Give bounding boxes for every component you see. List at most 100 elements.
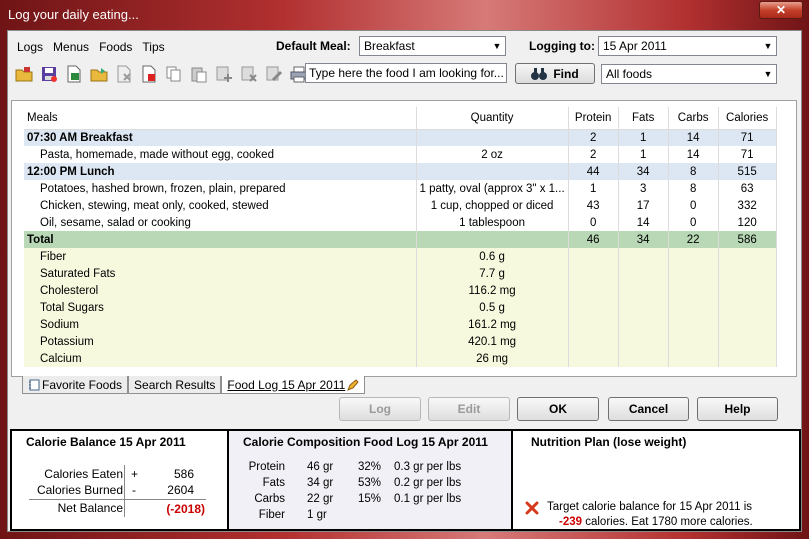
tab-favorite-foods[interactable]: Favorite Foods <box>22 376 129 394</box>
composition-grams: 1 gr <box>307 509 327 521</box>
log-button[interactable]: Log <box>339 397 421 421</box>
summary-panel: Calorie Balance 15 Apr 2011 Calories Eat… <box>10 429 801 531</box>
column-header-meals[interactable]: Meals <box>24 107 417 130</box>
column-header-quantity[interactable]: Quantity <box>416 107 569 130</box>
cell-fats <box>618 265 669 282</box>
composition-row: Fats 34 gr 53% 0.2 gr per lbs <box>229 477 513 493</box>
warning-cross-icon <box>525 501 539 515</box>
chevron-down-icon: ▼ <box>763 69 773 79</box>
cell-quantity: 161.2 mg <box>416 316 569 333</box>
cell-carbs: 8 <box>668 180 719 197</box>
open-folder-icon[interactable] <box>13 63 35 85</box>
column-header-calories[interactable]: Calories <box>718 107 777 130</box>
tab-label: Favorite Foods <box>42 377 123 392</box>
composition-percent: 32% <box>358 461 382 473</box>
clear-icon[interactable] <box>238 63 260 85</box>
nutrient-row[interactable]: Potassium 420.1 mg <box>24 333 777 350</box>
nutrient-row[interactable]: Fiber 0.6 g <box>24 248 777 265</box>
cell-calories: 332 <box>718 197 777 214</box>
cell-quantity <box>416 231 569 248</box>
cell-calories <box>718 282 777 299</box>
tab-search-results[interactable]: Search Results <box>128 376 222 394</box>
nutrient-row[interactable]: Cholesterol 116.2 mg <box>24 282 777 299</box>
tab-label: Food Log 15 Apr 2011 <box>227 377 346 392</box>
menu-logs[interactable]: Logs <box>15 39 45 57</box>
plan-target-value: -239 <box>559 516 583 528</box>
menu-foods[interactable]: Foods <box>97 39 134 57</box>
composition-per-lbs: 0.1 gr per lbs <box>394 493 462 505</box>
edit-button[interactable]: Edit <box>428 397 510 421</box>
table-row[interactable]: Potatoes, hashed brown, frozen, plain, p… <box>24 180 777 197</box>
cell-calories: 63 <box>718 180 777 197</box>
cell-fats: 1 <box>618 129 669 146</box>
help-button[interactable]: Help <box>697 397 778 421</box>
total-row[interactable]: Total 46 34 22 586 <box>24 231 777 248</box>
export-icon[interactable] <box>63 63 85 85</box>
cancel-button[interactable]: Cancel <box>608 397 689 421</box>
tab-food-log[interactable]: Food Log 15 Apr 2011 <box>221 376 366 394</box>
logging-date-select[interactable]: 15 Apr 2011 ▼ <box>598 36 777 56</box>
menu-tips[interactable]: Tips <box>140 39 166 57</box>
food-filter-select[interactable]: All foods ▼ <box>601 64 777 84</box>
nutrient-row[interactable]: Total Sugars 0.5 g <box>24 299 777 316</box>
cell-fats: 34 <box>618 163 669 180</box>
cell-meal: Oil, sesame, salad or cooking <box>24 214 417 231</box>
composition-row: Protein 46 gr 32% 0.3 gr per lbs <box>229 461 513 477</box>
close-button[interactable]: ✕ <box>759 1 803 19</box>
default-meal-value: Breakfast <box>364 39 415 53</box>
cell-calories: 71 <box>718 146 777 163</box>
balance-divider <box>124 465 125 517</box>
food-log-grid: Meals Quantity Protein Fats Carbs Calori… <box>11 100 797 377</box>
save-icon[interactable] <box>38 63 60 85</box>
composition-row: Fiber 1 gr <box>229 509 513 525</box>
meal-row[interactable]: 12:00 PM Lunch 44 34 8 515 <box>24 163 777 180</box>
title-bar[interactable]: Log your daily eating... ✕ <box>0 0 809 30</box>
toolbar <box>13 63 310 85</box>
cell-calories <box>718 248 777 265</box>
default-meal-select[interactable]: Breakfast ▼ <box>359 36 506 56</box>
plan-message-line1: Target calorie balance for 15 Apr 2011 i… <box>547 501 752 513</box>
table-row[interactable]: Chicken, stewing, meat only, cooked, ste… <box>24 197 777 214</box>
table-row[interactable]: Oil, sesame, salad or cooking 1 tablespoo… <box>24 214 777 231</box>
column-header-protein[interactable]: Protein <box>568 107 619 130</box>
ok-button[interactable]: OK <box>517 397 599 421</box>
cell-fats: 3 <box>618 180 669 197</box>
column-header-fats[interactable]: Fats <box>618 107 669 130</box>
paste-icon[interactable] <box>188 63 210 85</box>
cell-protein: 2 <box>568 129 619 146</box>
nutrient-row[interactable]: Calcium 26 mg <box>24 350 777 367</box>
cell-carbs <box>668 350 719 367</box>
cell-meal: Total <box>24 231 417 248</box>
cell-fats <box>618 333 669 350</box>
app-window: Log your daily eating... ✕ Logs Menus Fo… <box>0 0 809 539</box>
food-tabs: Favorite Foods Search Results Food Log 1… <box>22 376 366 394</box>
search-input[interactable] <box>305 63 507 83</box>
cell-carbs: 14 <box>668 129 719 146</box>
cell-quantity <box>416 163 569 180</box>
nutrient-row[interactable]: Saturated Fats 7.7 g <box>24 265 777 282</box>
meal-row[interactable]: 07:30 AM Breakfast 2 1 14 71 <box>24 129 777 146</box>
cell-quantity: 1 tablespoon <box>416 214 569 231</box>
add-icon[interactable] <box>213 63 235 85</box>
cell-carbs <box>668 333 719 350</box>
find-button[interactable]: Find <box>515 63 595 84</box>
balance-rule <box>29 499 206 500</box>
cell-quantity: 420.1 mg <box>416 333 569 350</box>
delete-icon[interactable] <box>113 63 135 85</box>
cell-quantity: 116.2 mg <box>416 282 569 299</box>
column-header-carbs[interactable]: Carbs <box>668 107 719 130</box>
cell-calories: 586 <box>718 231 777 248</box>
copy-icon[interactable] <box>163 63 185 85</box>
cell-carbs: 14 <box>668 146 719 163</box>
composition-percent: 53% <box>358 477 382 489</box>
open-icon[interactable] <box>88 63 110 85</box>
menu-menus[interactable]: Menus <box>51 39 91 57</box>
table-row[interactable]: Pasta, homemade, made without egg, cooke… <box>24 146 777 163</box>
logging-to-label: Logging to: <box>529 39 595 53</box>
nutrient-row[interactable]: Sodium 161.2 mg <box>24 316 777 333</box>
cell-quantity: 0.5 g <box>416 299 569 316</box>
cell-calories <box>718 316 777 333</box>
pdf-icon[interactable] <box>138 63 160 85</box>
edit-icon[interactable] <box>263 63 285 85</box>
cell-carbs <box>668 299 719 316</box>
